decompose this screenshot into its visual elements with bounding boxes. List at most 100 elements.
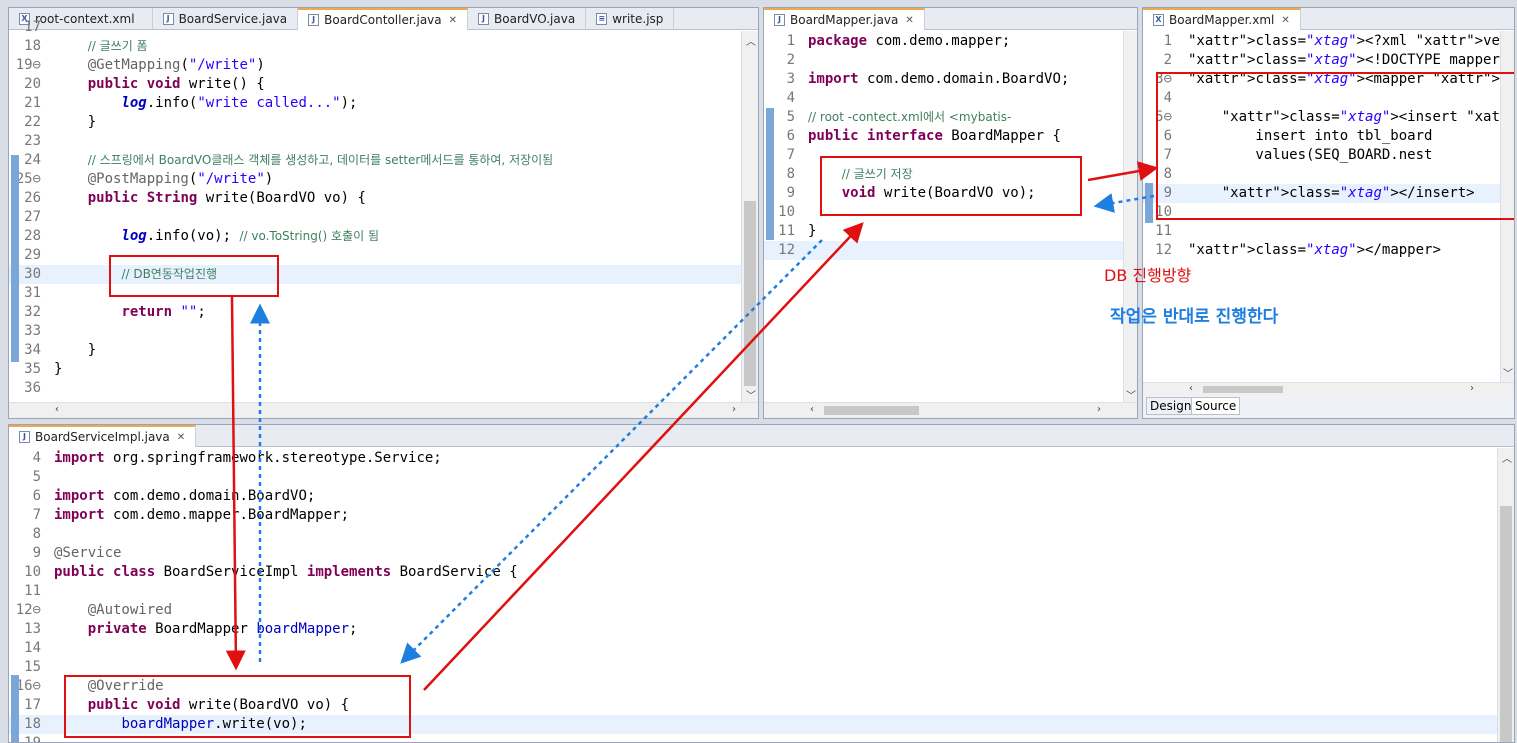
code-line[interactable]: 1 "xattr">class="xtag"><?xml "xattr">vers…	[1143, 32, 1514, 51]
tab-source[interactable]: Source	[1191, 397, 1241, 415]
code-text: "xattr">class="xtag"><!DOCTYPE mapper PU…	[1188, 52, 1514, 68]
scroll-up-icon[interactable]: ︿	[1502, 450, 1512, 465]
code-line[interactable]: 5	[9, 468, 1514, 487]
code-line[interactable]: 6 public interface BoardMapper {	[764, 127, 1137, 146]
line-number: 9	[32, 545, 41, 561]
code-line[interactable]: 28 log.info(vo); // vo.ToString() 호출이 됨	[9, 227, 758, 246]
code-line[interactable]: 10 public class BoardServiceImpl implemen…	[9, 563, 1514, 582]
code-text: @PostMapping("/write")	[87, 171, 274, 187]
code-line[interactable]: 18 // 글쓰기 폼	[9, 37, 758, 56]
code-line[interactable]: 35}	[9, 360, 758, 379]
line-number: 22	[24, 114, 41, 130]
code-text: // root -contect.xml에서 <mybatis-	[808, 110, 1012, 124]
db-direction-note: DB 진행방향	[1104, 266, 1192, 285]
code-area[interactable]: 1 package com.demo.mapper; 2 3 import com.de…	[764, 31, 1137, 418]
close-icon[interactable]: ✕	[905, 15, 913, 26]
code-line[interactable]: 22 }	[9, 113, 758, 132]
code-line[interactable]: 12⊖ @Autowired	[9, 601, 1514, 620]
code-line[interactable]: 19⊖ @GetMapping("/write")	[9, 56, 758, 75]
code-text: public interface BoardMapper {	[808, 128, 1061, 144]
line-number: 19⊖	[15, 57, 41, 73]
code-text: log.info(vo); // vo.ToString() 호출이 됨	[121, 228, 379, 244]
line-number: 3	[786, 71, 795, 87]
code-area[interactable]: 17 18 // 글쓰기 폼 19⊖ @GetMapping("/write") 20…	[9, 19, 758, 418]
code-text: public void write() {	[87, 76, 265, 92]
code-text: "xattr">class="xtag"><?xml "xattr">versi…	[1188, 33, 1514, 49]
code-line[interactable]: 5// root -contect.xml에서 <mybatis-	[764, 108, 1137, 127]
code-text: // 글쓰기 폼	[87, 39, 148, 53]
tab-board-mapper-java[interactable]: J BoardMapper.java ✕	[764, 8, 925, 30]
code-line[interactable]: 36	[9, 379, 758, 398]
editor-tabbar: X BoardMapper.xml ✕	[1143, 8, 1514, 30]
code-line[interactable]: 3 import com.demo.domain.BoardVO;	[764, 70, 1137, 89]
tab-board-service-impl[interactable]: J BoardServiceImpl.java ✕	[9, 425, 197, 447]
scroll-left-icon[interactable]: ‹	[810, 404, 814, 415]
scroll-down-icon[interactable]: ﹀	[1126, 387, 1136, 402]
code-text: @Service	[54, 545, 122, 561]
code-line[interactable]: 23	[9, 132, 758, 151]
code-line[interactable]: 6 import com.demo.domain.BoardVO;	[9, 487, 1514, 506]
horizontal-scrollbar[interactable]: ‹ ›	[9, 402, 758, 418]
code-line[interactable]: 11	[1143, 222, 1514, 241]
code-line[interactable]: 13 private BoardMapper boardMapper;	[9, 620, 1514, 639]
scroll-left-icon[interactable]: ‹	[55, 404, 59, 415]
line-number: 11	[24, 583, 41, 599]
code-line[interactable]: 4 import org.springframework.stereotype.S…	[9, 449, 1514, 468]
scroll-down-icon[interactable]: ﹀	[746, 387, 756, 402]
scroll-left-icon[interactable]: ‹	[1189, 383, 1193, 394]
code-line[interactable]: 33	[9, 322, 758, 341]
tab-design[interactable]: Design	[1146, 397, 1196, 415]
java-file-icon: J	[19, 431, 30, 443]
change-marker	[766, 108, 774, 240]
vertical-scrollbar[interactable]: ﹀	[1123, 31, 1137, 404]
code-line[interactable]: 34 }	[9, 341, 758, 360]
scroll-down-icon[interactable]: ﹀	[1503, 365, 1513, 380]
code-text: }	[54, 361, 63, 377]
line-number: 11	[1155, 223, 1172, 239]
code-line[interactable]: 7 import com.demo.mapper.BoardMapper;	[9, 506, 1514, 525]
close-icon[interactable]: ✕	[1281, 15, 1289, 26]
change-marker	[11, 675, 19, 742]
code-text: @Autowired	[87, 602, 173, 618]
scroll-up-icon[interactable]: ︿	[746, 33, 756, 48]
code-line[interactable]: 12	[764, 241, 1137, 260]
change-marker	[1145, 183, 1153, 223]
code-line[interactable]: 11	[9, 582, 1514, 601]
code-line[interactable]: 21 log.info("write called...");	[9, 94, 758, 113]
code-line[interactable]: 9 @Service	[9, 544, 1514, 563]
scroll-right-icon[interactable]: ›	[732, 404, 736, 415]
code-line[interactable]: 24 // 스프링에서 BoardVO클래스 객체를 생성하고, 데이터를 se…	[9, 151, 758, 170]
code-line[interactable]: 25⊖ @PostMapping("/write")	[9, 170, 758, 189]
code-text: import com.demo.domain.BoardVO;	[808, 71, 1070, 87]
code-line[interactable]: 14	[9, 639, 1514, 658]
code-line[interactable]: 32 return "";	[9, 303, 758, 322]
code-line[interactable]: 12 "xattr">class="xtag"></mapper>	[1143, 241, 1514, 260]
code-line[interactable]: 4	[764, 89, 1137, 108]
code-line[interactable]: 27	[9, 208, 758, 227]
code-line[interactable]: 26 public String write(BoardVO vo) {	[9, 189, 758, 208]
editor-tabbar: J BoardServiceImpl.java ✕	[9, 425, 1514, 447]
vertical-scrollbar[interactable]: ︿ ﹀	[741, 31, 758, 404]
scroll-right-icon[interactable]: ›	[1470, 383, 1474, 394]
line-number: 23	[24, 133, 41, 149]
close-icon[interactable]: ✕	[177, 432, 185, 443]
code-line[interactable]: 2	[764, 51, 1137, 70]
line-number: 10	[24, 564, 41, 580]
horizontal-scrollbar[interactable]: ‹ ›	[1143, 382, 1514, 396]
horizontal-scrollbar[interactable]: ‹ ›	[764, 402, 1137, 418]
code-line[interactable]: 1 package com.demo.mapper;	[764, 32, 1137, 51]
scroll-right-icon[interactable]: ›	[1097, 404, 1101, 415]
java-file-icon: J	[774, 14, 785, 26]
xml-file-icon: X	[1153, 14, 1164, 26]
highlight-box-mapper-write	[820, 156, 1082, 216]
code-line[interactable]: 17	[9, 18, 758, 37]
line-number: 1	[786, 33, 795, 49]
code-line[interactable]: 11}	[764, 222, 1137, 241]
vertical-scrollbar[interactable]: ︿	[1497, 448, 1514, 742]
code-line[interactable]: 2 "xattr">class="xtag"><!DOCTYPE mapper P…	[1143, 51, 1514, 70]
tab-board-mapper-xml[interactable]: X BoardMapper.xml ✕	[1143, 8, 1301, 30]
highlight-box-db-comment	[109, 255, 279, 297]
code-line[interactable]: 8	[9, 525, 1514, 544]
change-marker	[11, 155, 19, 362]
code-line[interactable]: 20 public void write() {	[9, 75, 758, 94]
